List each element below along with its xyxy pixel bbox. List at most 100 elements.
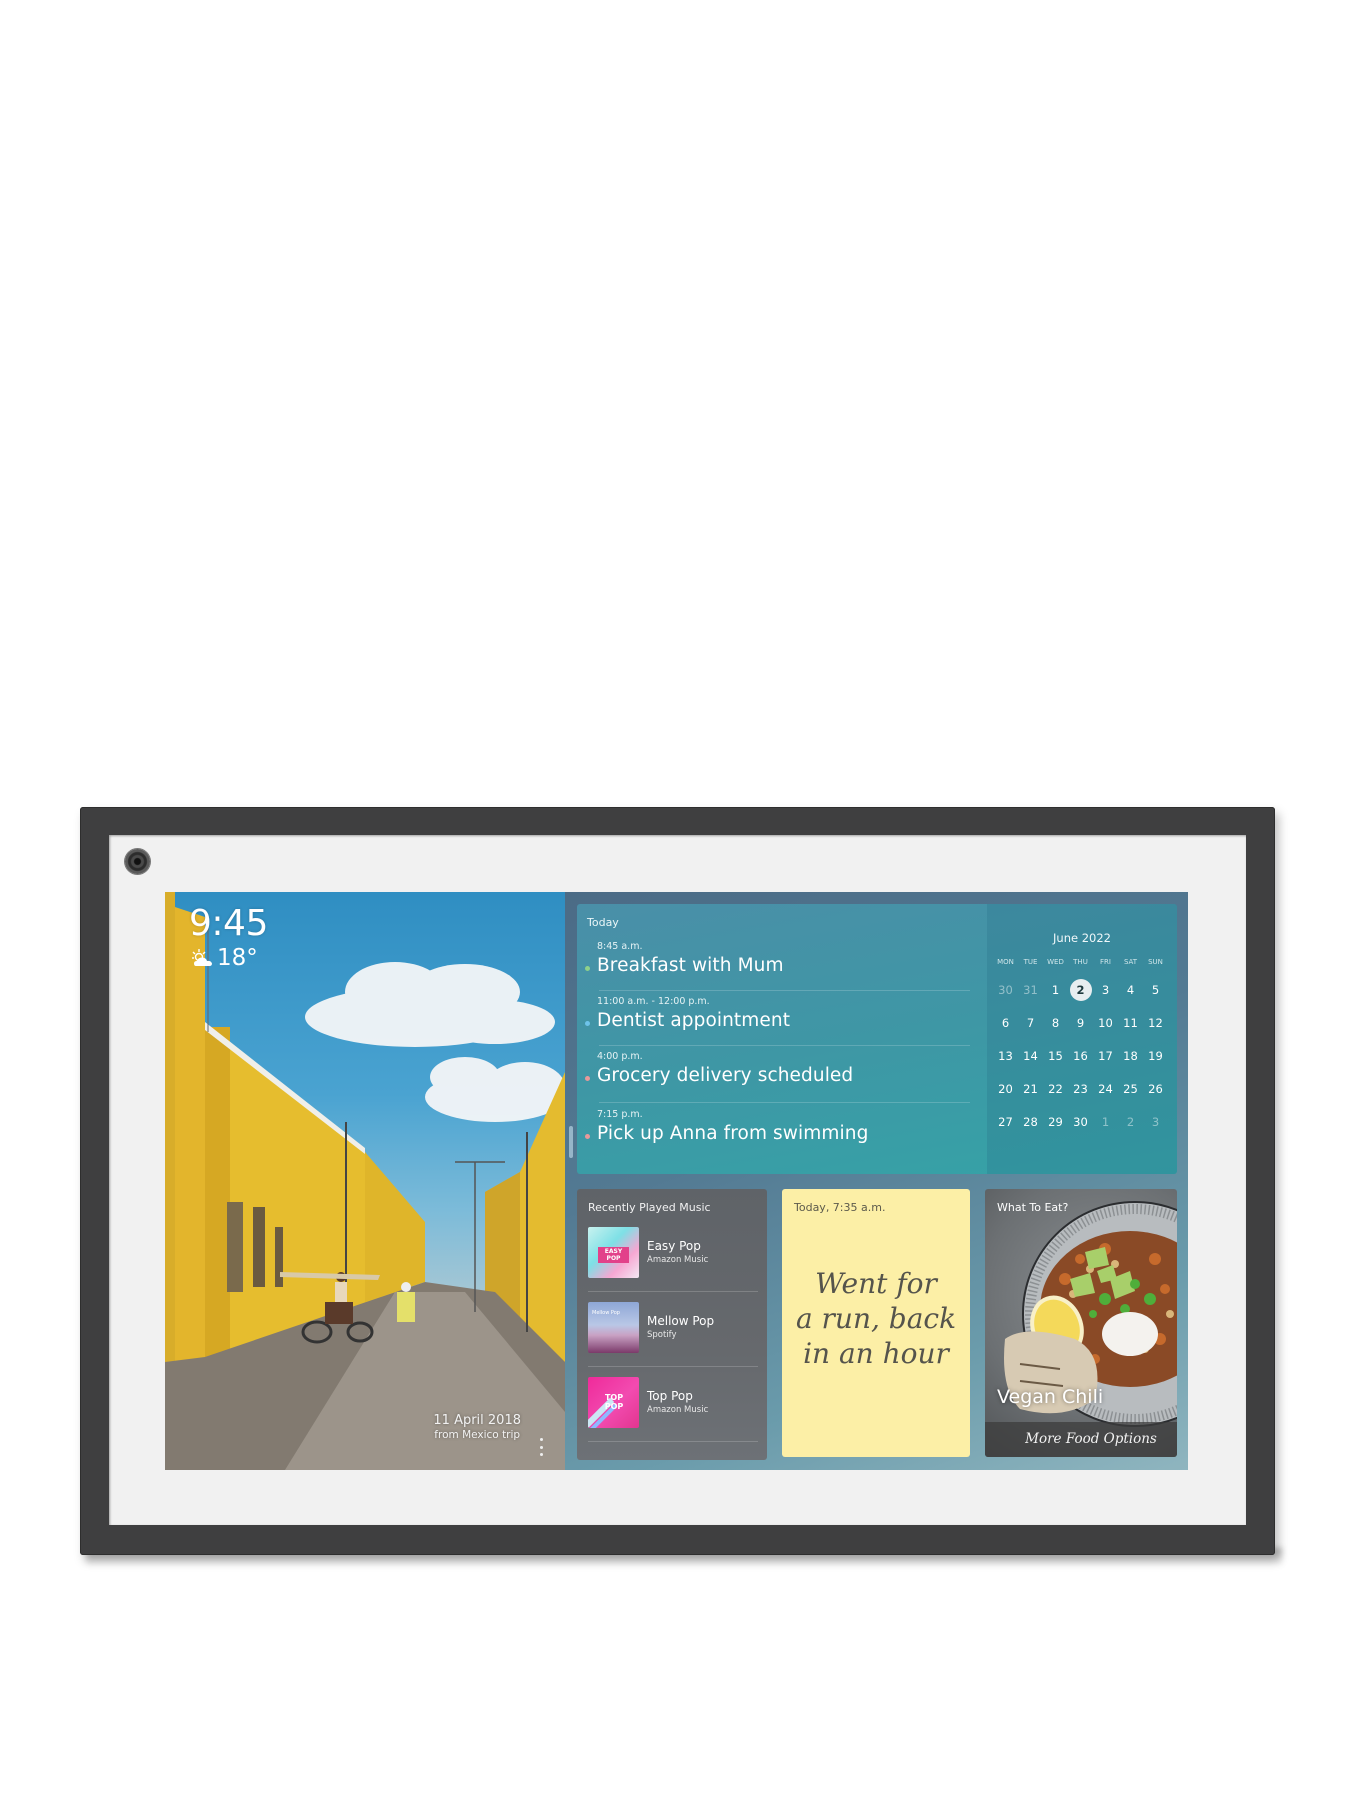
event-time: 4:00 p.m. [597, 1051, 643, 1062]
calendar-day[interactable]: 10 [1093, 1007, 1118, 1040]
album-art: EASY POP [588, 1227, 639, 1278]
more-vertical-icon[interactable] [537, 1438, 545, 1456]
note-text: Went for a run, back in an hour [782, 1266, 970, 1371]
calendar-day-label: 29 [1048, 1115, 1063, 1129]
calendar-day[interactable]: 2 [1118, 1106, 1143, 1139]
calendar-day-label: 15 [1048, 1049, 1063, 1063]
album-art: TOP POP [588, 1377, 639, 1428]
calendar-day[interactable]: 24 [1093, 1073, 1118, 1106]
music-item[interactable]: EASY POP Easy Pop Amazon Music [588, 1227, 758, 1293]
calendar-day-label: 6 [1001, 1016, 1010, 1030]
calendar-day-label: 24 [1098, 1082, 1113, 1096]
music-item[interactable]: TOP POP Top Pop Amazon Music [588, 1377, 758, 1443]
calendar-day[interactable]: 15 [1043, 1040, 1068, 1073]
partly-cloudy-icon [191, 948, 215, 968]
calendar-day-label: 11 [1123, 1016, 1138, 1030]
divider [588, 1366, 758, 1367]
album-art: Mellow Pop [588, 1302, 639, 1353]
calendar-day[interactable]: 7 [1018, 1007, 1043, 1040]
calendar-day-label: 20 [998, 1082, 1013, 1096]
calendar-day[interactable]: 3 [1143, 1106, 1168, 1139]
calendar-weekday: THU [1073, 958, 1088, 966]
event-item[interactable]: 7:15 p.m. Pick up Anna from swimming [577, 1109, 972, 1165]
divider [588, 1441, 758, 1442]
calendar-day[interactable]: 12 [1143, 1007, 1168, 1040]
calendar-day[interactable]: 23 [1068, 1073, 1093, 1106]
calendar-day[interactable]: 1 [1043, 974, 1068, 1007]
sticky-note-card[interactable]: Today, 7:35 a.m. Went for a run, back in… [782, 1189, 970, 1457]
agenda-list: Today 8:45 a.m. Breakfast with Mum 11:00… [577, 904, 982, 1174]
calendar-day-label: 22 [1048, 1082, 1063, 1096]
temperature: 18° [217, 945, 258, 971]
event-item[interactable]: 4:00 p.m. Grocery delivery scheduled [577, 1051, 972, 1107]
calendar-weekday: FRI [1100, 958, 1111, 966]
music-source: Amazon Music [647, 1255, 709, 1265]
calendar-day[interactable]: 21 [1018, 1073, 1043, 1106]
calendar-day[interactable]: 22 [1043, 1073, 1068, 1106]
calendar-day-label: 23 [1073, 1082, 1088, 1096]
music-title: Mellow Pop [647, 1314, 715, 1328]
camera-icon [125, 849, 150, 874]
calendar-day[interactable]: 17 [1093, 1040, 1118, 1073]
music-source: Spotify [647, 1330, 677, 1340]
calendar-day-label: 1 [1051, 983, 1060, 997]
calendar-day-label: 2 [1069, 979, 1092, 1001]
calendar-day[interactable]: 1 [1093, 1106, 1118, 1139]
calendar-day[interactable]: 11 [1118, 1007, 1143, 1040]
agenda-card[interactable]: Today 8:45 a.m. Breakfast with Mum 11:00… [577, 904, 1177, 1174]
photo-date: 11 April 2018 [433, 1413, 521, 1428]
more-food-options-button[interactable]: More Food Options [985, 1422, 1177, 1457]
calendar-day-label: 30 [998, 983, 1013, 997]
calendar-day[interactable]: 30 [993, 974, 1018, 1007]
calendar-day[interactable]: 6 [993, 1007, 1018, 1040]
calendar-day-label: 25 [1123, 1082, 1138, 1096]
calendar-day[interactable]: 20 [993, 1073, 1018, 1106]
calendar-day[interactable]: 26 [1143, 1073, 1168, 1106]
calendar-day-label: 3 [1151, 1115, 1160, 1129]
calendar-day[interactable]: 19 [1143, 1040, 1168, 1073]
calendar-day[interactable]: 4 [1118, 974, 1143, 1007]
calendar-day-label: 7 [1026, 1016, 1035, 1030]
calendar-weekday: MON [997, 958, 1014, 966]
calendar-day[interactable]: 28 [1018, 1106, 1043, 1139]
agenda-title: Today [587, 916, 619, 929]
calendar-day[interactable]: 8 [1043, 1007, 1068, 1040]
calendar-day[interactable]: 18 [1118, 1040, 1143, 1073]
calendar-day[interactable]: 27 [993, 1106, 1018, 1139]
recently-played-music-card[interactable]: Recently Played Music EASY POP Easy Pop … [577, 1189, 767, 1460]
calendar-day[interactable]: 16 [1068, 1040, 1093, 1073]
food-card-title: What To Eat? [997, 1201, 1069, 1214]
what-to-eat-card[interactable]: What To Eat? Vegan Chili More Food Optio… [985, 1189, 1177, 1457]
calendar-day[interactable]: 29 [1043, 1106, 1068, 1139]
calendar-weekday: WED [1047, 958, 1064, 966]
divider [599, 1102, 970, 1103]
calendar-day-label: 10 [1098, 1016, 1113, 1030]
calendar-day-label: 9 [1076, 1016, 1085, 1030]
divider [599, 990, 970, 991]
calendar-day-label: 1 [1101, 1115, 1110, 1129]
calendar-day[interactable]: 5 [1143, 974, 1168, 1007]
panel-drag-handle[interactable] [569, 1126, 573, 1158]
calendar-day[interactable]: 31 [1018, 974, 1043, 1007]
calendar-day[interactable]: 25 [1118, 1073, 1143, 1106]
event-time: 7:15 p.m. [597, 1109, 643, 1120]
calendar-day-today[interactable]: 2 [1068, 974, 1093, 1007]
calendar-day[interactable]: 30 [1068, 1106, 1093, 1139]
calendar-day-label: 31 [1023, 983, 1038, 997]
music-card-title: Recently Played Music [588, 1201, 711, 1214]
photo-album: from Mexico trip [434, 1429, 521, 1441]
music-item[interactable]: Mellow Pop Mellow Pop Spotify [588, 1302, 758, 1368]
calendar-day-label: 3 [1101, 983, 1110, 997]
weather-widget[interactable]: 18° [191, 945, 258, 971]
photo-caption: 11 April 2018 from Mexico trip [433, 1413, 521, 1442]
photo-background[interactable]: 9:45 18° 11 April 2018 from Mexico trip [165, 892, 565, 1470]
event-item[interactable]: 8:45 a.m. Breakfast with Mum [577, 941, 972, 997]
calendar-day[interactable]: 9 [1068, 1007, 1093, 1040]
calendar-title: June 2022 [1053, 931, 1111, 945]
calendar-day[interactable]: 13 [993, 1040, 1018, 1073]
calendar-day[interactable]: 3 [1093, 974, 1118, 1007]
event-item[interactable]: 11:00 a.m. - 12:00 p.m. Dentist appointm… [577, 996, 972, 1052]
album-art-label: Mellow Pop [592, 1310, 620, 1316]
event-color-dot [585, 1076, 590, 1081]
calendar-day[interactable]: 14 [1018, 1040, 1043, 1073]
